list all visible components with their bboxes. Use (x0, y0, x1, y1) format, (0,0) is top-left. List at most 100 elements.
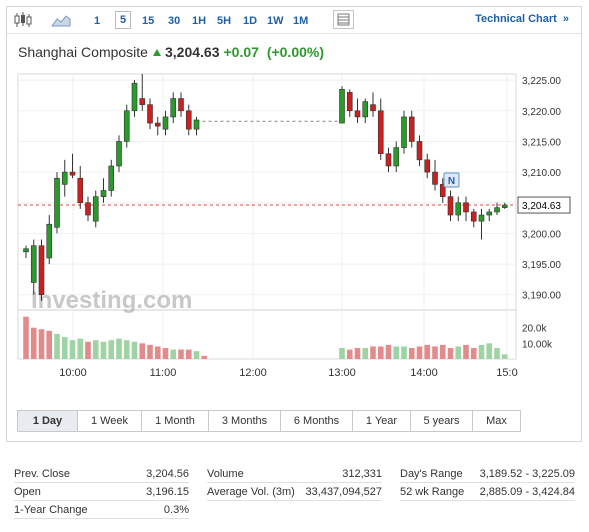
candle-body (463, 202, 469, 213)
volume-bar (401, 346, 407, 359)
candle-body (455, 202, 462, 216)
x-tick-label: 15:0 (496, 367, 517, 379)
candle-body (77, 177, 84, 204)
candle-body (131, 82, 138, 112)
y-tick-label: 3,220.00 (522, 107, 561, 118)
range-button-1-month[interactable]: 1 Month (142, 411, 209, 431)
volume-bar (23, 316, 29, 359)
last-price-tag-label: 3,204.63 (522, 201, 561, 212)
volume-bar (354, 348, 361, 359)
candle-body (154, 122, 161, 127)
stat-volume: Volume 312,331 (207, 465, 382, 483)
volume-bar (486, 343, 493, 359)
volume-bar (139, 343, 146, 359)
candle-body (470, 211, 477, 222)
stat-label: Open (14, 486, 41, 498)
candle-body (385, 153, 392, 167)
volume-bar (108, 340, 115, 359)
range-button-1-year[interactable]: 1 Year (353, 411, 411, 431)
stat-prev-close: Prev. Close 3,204.56 (14, 465, 189, 483)
candle-body (447, 196, 454, 216)
candle-body (346, 92, 353, 112)
x-tick-label: 12:00 (239, 367, 267, 379)
volume-bar (123, 340, 130, 359)
volume-bar (100, 341, 107, 359)
volume-bar (69, 340, 76, 359)
stat-label: 52 wk Range (400, 486, 465, 498)
candle-body (30, 245, 37, 283)
chart-widget: 1 5 15 30 1H 5H 1D 1W 1M Technical Chart… (6, 6, 582, 442)
volume-bar (185, 349, 192, 359)
candle-body (393, 147, 400, 167)
volume-bar (339, 348, 345, 359)
candle-body (61, 171, 68, 185)
candle-body (108, 165, 115, 191)
volume-bar (370, 346, 376, 359)
volume-bar (46, 330, 53, 359)
candle-body (170, 98, 177, 118)
volume-bar (116, 338, 122, 359)
volume-bar (501, 354, 508, 359)
volume-tick-label: 10.00k (522, 339, 553, 350)
volume-bar (154, 346, 161, 359)
candle-body (162, 116, 169, 130)
candle-body (193, 119, 200, 130)
stat-days-range: Day's Range 3,189.52 - 3,225.09 (400, 465, 575, 483)
plot-frame (17, 73, 517, 360)
range-button-1-week[interactable]: 1 Week (78, 411, 142, 431)
stat-52wk-range: 52 wk Range 2,885.09 - 3,424.84 (400, 483, 575, 501)
news-marker-label: N (448, 176, 455, 187)
candle-body (147, 104, 153, 124)
volume-bar (408, 348, 415, 359)
candle-body (85, 202, 91, 216)
candle-body (486, 211, 493, 216)
volume-bar (463, 344, 469, 359)
volume-bar (393, 346, 400, 359)
stat-label: 1-Year Change (14, 504, 88, 516)
range-button-6-months[interactable]: 6 Months (281, 411, 353, 431)
stat-value: 0.3% (163, 504, 189, 516)
volume-bar (377, 346, 384, 359)
volume-bar (346, 349, 353, 359)
stat-label: Volume (207, 468, 244, 480)
volume-bar (432, 346, 438, 359)
candle-body (139, 98, 146, 105)
candle-body (339, 89, 345, 124)
volume-bar (201, 355, 208, 359)
volume-bar (178, 349, 184, 359)
stat-label: Prev. Close (14, 468, 71, 480)
candle-body (116, 141, 122, 167)
range-button-max[interactable]: Max (473, 411, 520, 431)
y-tick-label: 3,225.00 (522, 76, 561, 87)
price-chart[interactable]: 3,225.003,220.003,215.003,210.003,205.00… (7, 7, 581, 387)
candle-body (377, 110, 384, 155)
volume-bar (439, 344, 446, 359)
y-tick-label: 3,200.00 (522, 229, 561, 240)
candle-body (501, 204, 508, 208)
volume-bar (416, 346, 423, 359)
volume-bar (162, 348, 169, 359)
stat-value: 3,196.15 (146, 486, 189, 498)
volume-bar (54, 333, 60, 359)
candle-body (69, 171, 76, 176)
candle-body (23, 248, 29, 253)
y-tick-label: 3,210.00 (522, 168, 561, 179)
volume-bar (131, 341, 138, 359)
stat-label: Average Vol. (3m) (207, 486, 295, 498)
y-tick-label: 3,190.00 (522, 291, 561, 302)
candle-body (123, 110, 130, 142)
candle-body (92, 196, 99, 222)
range-button-5-years[interactable]: 5 years (411, 411, 473, 431)
volume-bar (147, 344, 153, 359)
range-button-1-day[interactable]: 1 Day (18, 411, 78, 431)
range-button-3-months[interactable]: 3 Months (209, 411, 281, 431)
candle-body (494, 207, 500, 213)
candle-body (408, 116, 415, 142)
volume-bar (193, 351, 200, 359)
candle-body (46, 223, 53, 259)
volume-bar (77, 338, 84, 359)
volume-bar (85, 341, 91, 359)
volume-bar (362, 348, 369, 359)
candle-body (432, 171, 438, 185)
volume-tick-label: 20.0k (522, 324, 547, 335)
